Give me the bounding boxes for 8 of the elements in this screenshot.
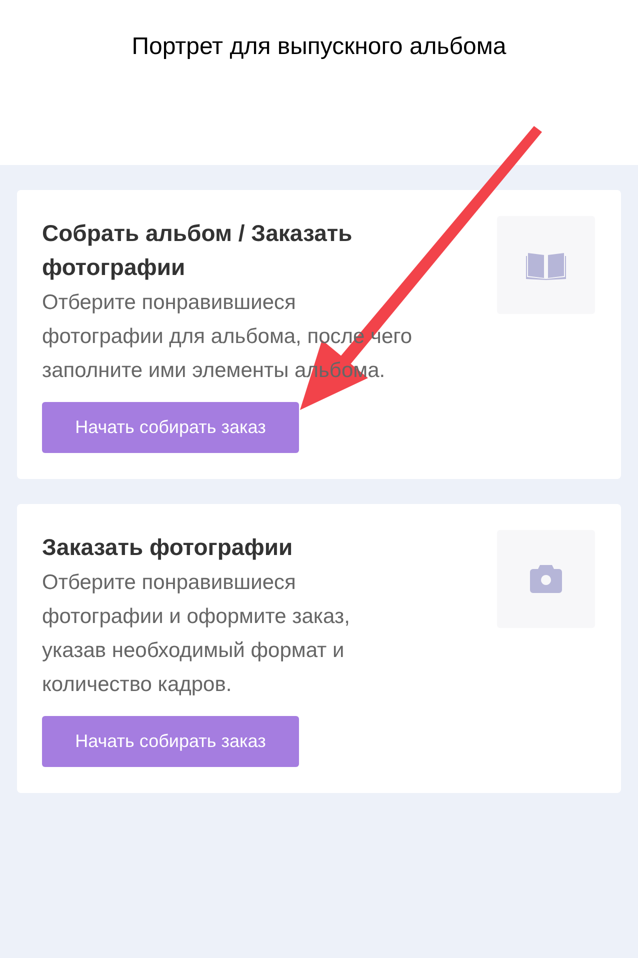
page-title: Портрет для выпускного альбома	[132, 32, 506, 62]
book-icon	[526, 250, 566, 280]
start-order-button[interactable]: Начать собирать заказ	[42, 716, 299, 767]
card-title: Заказать фотографии	[42, 533, 293, 562]
start-order-button[interactable]: Начать собирать заказ	[42, 402, 299, 453]
card-description: Отберите понравившиеся фотографии и оформите заказ, указав необходимый формат и количество кадров.	[42, 570, 351, 698]
camera-icon	[530, 565, 562, 593]
card-title: Собрать альбом / Заказать фотографии	[42, 219, 354, 282]
